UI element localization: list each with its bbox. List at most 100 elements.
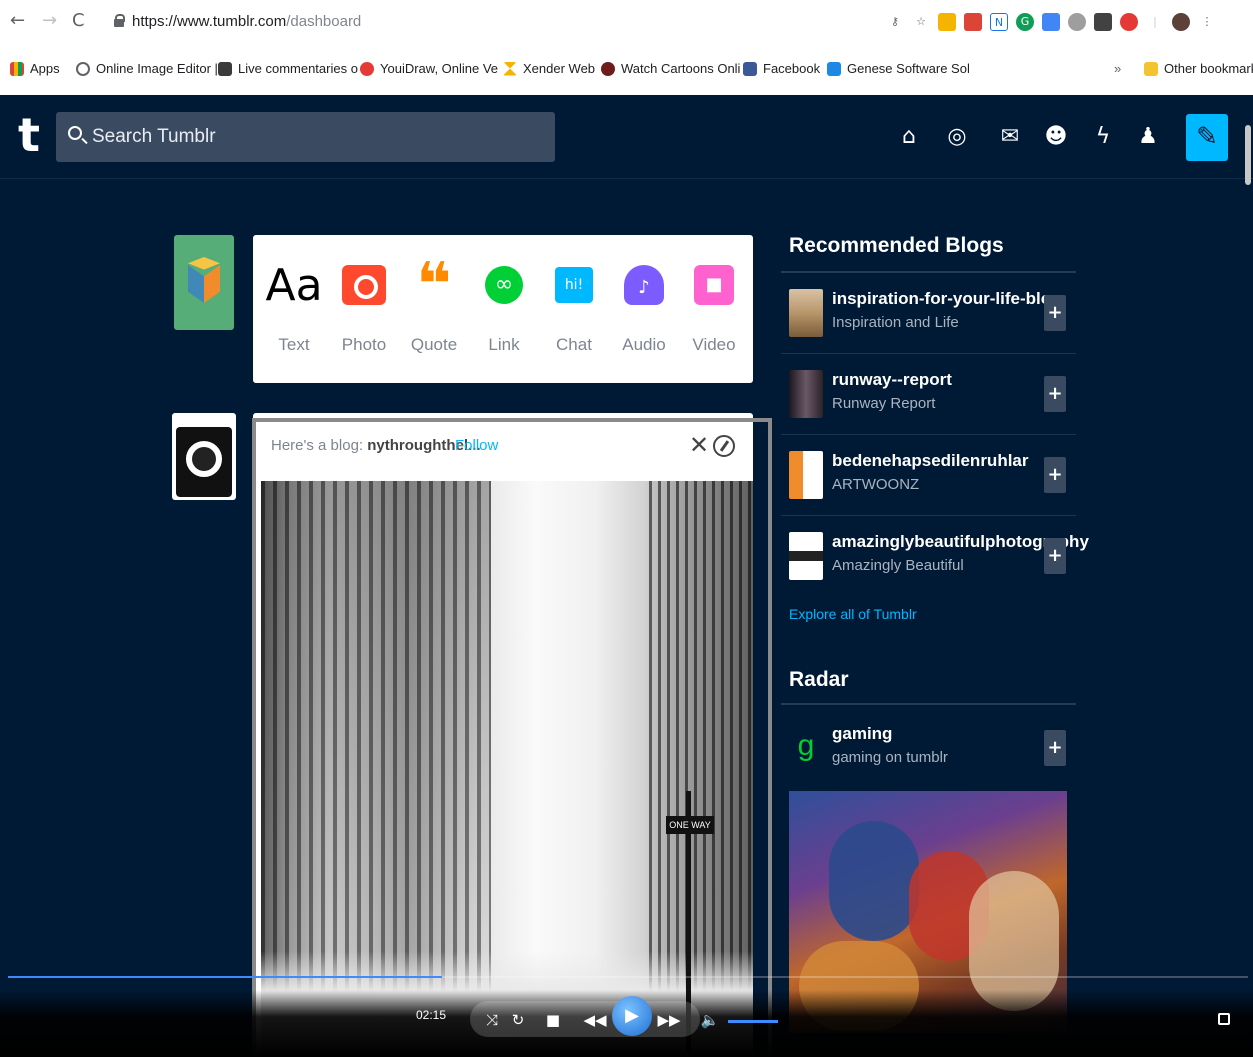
explore-link[interactable]: Explore all of Tumblr	[789, 606, 917, 622]
chat-icon: hi!	[555, 267, 593, 303]
follow-button[interactable]: Follow	[455, 437, 498, 454]
recommended-blog[interactable]: amazinglybeautifulphotography Amazingly …	[781, 516, 1089, 596]
home-icon[interactable]: ⌂	[896, 117, 922, 157]
camera-icon	[342, 265, 386, 305]
post-quote-button[interactable]: ❝ Quote	[399, 255, 469, 355]
blog-name[interactable]: inspiration-for-your-life-blog	[832, 289, 1061, 309]
post-chat-button[interactable]: hi! Chat	[539, 257, 609, 355]
search-icon	[68, 126, 82, 140]
follow-plus-button[interactable]: +	[1044, 376, 1066, 412]
card-header: Here's a blog: nythroughthel... Follow ✕	[253, 413, 753, 481]
extension-icon[interactable]	[964, 13, 982, 31]
blog-name[interactable]: runway--report	[832, 370, 952, 390]
extension-icon[interactable]: N	[990, 13, 1008, 31]
cube-left	[188, 265, 204, 303]
recommended-blog[interactable]: inspiration-for-your-life-blog Inspirati…	[781, 273, 1076, 353]
divider	[781, 703, 1076, 705]
recommended-blog[interactable]: runway--report Runway Report +	[781, 354, 1076, 434]
post-link-button[interactable]: ∞ Link	[469, 257, 539, 355]
extension-icon[interactable]: G	[1016, 13, 1034, 31]
bookmark-item[interactable]: Watch Cartoons Onli	[601, 61, 740, 76]
video-progress-track[interactable]	[8, 976, 1248, 978]
post-text-button[interactable]: Aa Text	[259, 257, 329, 355]
other-bookmarks[interactable]: Other bookmarks	[1144, 61, 1253, 76]
bookmark-item[interactable]: YouiDraw, Online Ve	[360, 61, 498, 76]
reload-icon[interactable]: C	[72, 10, 85, 31]
bookmark-favicon	[218, 61, 232, 76]
close-icon[interactable]: ✕	[689, 431, 709, 459]
bookmark-item[interactable]: Xender Web	[503, 61, 595, 76]
forward-icon[interactable]: →	[42, 10, 57, 31]
star-icon[interactable]: ☆	[912, 13, 930, 31]
bookmark-item[interactable]: Facebook	[743, 61, 820, 76]
bookmarks-overflow[interactable]: »	[1114, 61, 1121, 76]
tumblr-logo[interactable]: t	[18, 107, 40, 163]
featured-blog-avatar[interactable]	[172, 413, 236, 500]
post-video-button[interactable]: ■ Video	[679, 257, 749, 355]
link-icon: ∞	[485, 266, 523, 304]
extension-icon[interactable]	[1094, 13, 1112, 31]
play-icon[interactable]: ▶	[612, 996, 652, 1036]
follow-plus-button[interactable]: +	[1044, 457, 1066, 493]
bookmark-item[interactable]: Online Image Editor |	[76, 61, 218, 76]
user-avatar[interactable]	[174, 235, 234, 330]
messaging-icon[interactable]: ☻	[1043, 117, 1069, 157]
extension-icon[interactable]	[1120, 13, 1138, 31]
activity-icon[interactable]: ϟ	[1090, 117, 1116, 157]
featured-photo[interactable]: ONE WAY	[261, 481, 753, 1053]
search-input[interactable]	[92, 125, 532, 149]
fullscreen-icon[interactable]	[1218, 1013, 1230, 1025]
blog-subtitle: gaming on tumblr	[832, 749, 948, 766]
blog-thumbnail	[789, 370, 823, 418]
pencil-icon[interactable]: ✎	[1186, 114, 1228, 161]
bookmark-favicon	[360, 61, 374, 76]
post-type-label: Link	[488, 335, 520, 354]
blog-name[interactable]: gaming	[832, 724, 892, 744]
camera-lens	[182, 437, 226, 481]
shuffle-icon[interactable]: ⤨	[482, 1005, 502, 1035]
blog-thumbnail: g	[789, 724, 823, 772]
compass-icon[interactable]	[713, 435, 735, 457]
post-photo-button[interactable]: Photo	[329, 257, 399, 355]
recommended-blog[interactable]: bedenehapsedilenruhlar ARTWOONZ +	[781, 435, 1076, 515]
address-bar[interactable]: https://www.tumblr.com/dashboard	[108, 6, 878, 38]
blog-subtitle: Inspiration and Life	[832, 314, 959, 331]
post-type-label: Video	[692, 335, 736, 354]
bookmark-item[interactable]: Live commentaries o	[218, 61, 358, 76]
follow-plus-button[interactable]: +	[1044, 538, 1066, 574]
profile-avatar[interactable]	[1172, 13, 1190, 31]
rewind-icon[interactable]: ◀◀	[580, 1005, 610, 1035]
bookmark-item[interactable]: Apps	[10, 61, 60, 76]
extension-icon[interactable]	[1068, 13, 1086, 31]
fast-forward-icon[interactable]: ▶▶	[654, 1005, 684, 1035]
bookmark-favicon	[601, 61, 615, 76]
extension-icon[interactable]	[1042, 13, 1060, 31]
post-type-selector: Aa Text Photo ❝ Quote ∞ Link hi! Chat ♪ …	[253, 235, 753, 383]
text-icon: Aa	[265, 259, 323, 311]
key-icon[interactable]: ⚷	[886, 13, 904, 31]
apps-icon	[10, 61, 24, 76]
repeat-icon[interactable]: ↻	[508, 1005, 528, 1035]
video-time: 02:15	[416, 1008, 447, 1022]
follow-plus-button[interactable]: +	[1044, 295, 1066, 331]
browser-chrome: ← → C https://www.tumblr.com/dashboard ⚷…	[0, 0, 1253, 95]
search-box[interactable]	[56, 112, 555, 162]
blog-name[interactable]: bedenehapsedilenruhlar	[832, 451, 1029, 471]
post-audio-button[interactable]: ♪ Audio	[609, 257, 679, 355]
bookmark-item[interactable]: Genese Software Sol	[827, 61, 970, 76]
back-icon[interactable]: ←	[10, 10, 25, 31]
camera-lens-inner	[192, 447, 216, 471]
stop-icon[interactable]: ■	[543, 1005, 563, 1035]
address-row: ← → C https://www.tumblr.com/dashboard ⚷…	[0, 0, 1253, 44]
volume-slider[interactable]	[728, 1020, 778, 1023]
explore-icon[interactable]: ◎	[944, 117, 970, 157]
scrollbar[interactable]	[1245, 125, 1251, 185]
volume-icon[interactable]: 🔈	[700, 1005, 720, 1035]
menu-icon[interactable]: ⋮	[1198, 13, 1216, 31]
inbox-icon[interactable]: ✉	[997, 117, 1023, 157]
blog-subtitle: ARTWOONZ	[832, 476, 920, 493]
radar-blog[interactable]: g gaming gaming on tumblr +	[781, 708, 1076, 788]
extension-icon[interactable]	[938, 13, 956, 31]
follow-plus-button[interactable]: +	[1044, 730, 1066, 766]
account-icon[interactable]: ♟	[1135, 117, 1161, 157]
